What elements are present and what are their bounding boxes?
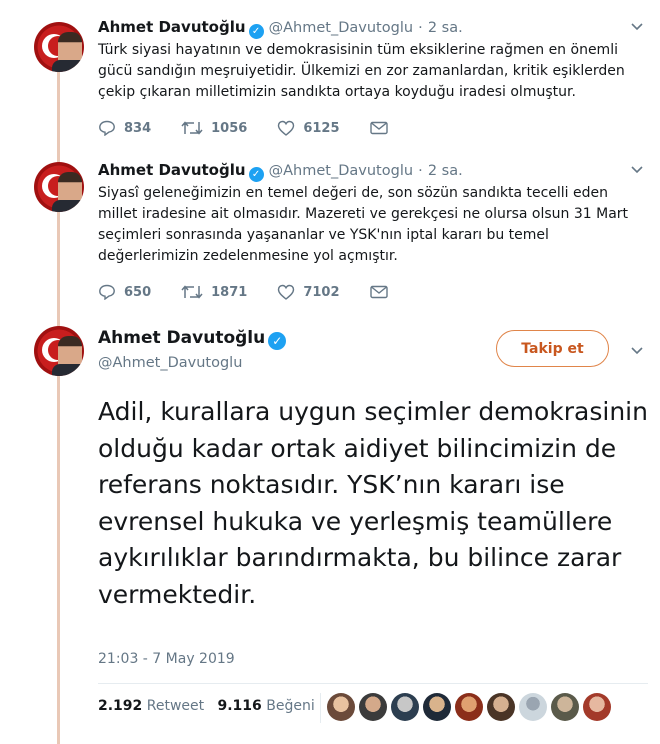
- liker-avatar[interactable]: [327, 693, 355, 721]
- liker-avatar[interactable]: [583, 693, 611, 721]
- tweet-text: Siyasî geleneğimizin en temel değeri de,…: [98, 185, 629, 264]
- author-handle[interactable]: @Ahmet_Davutoglu: [269, 20, 413, 36]
- message-icon: [369, 121, 388, 135]
- message-icon: [369, 285, 388, 299]
- liker-avatar[interactable]: [551, 693, 579, 721]
- like-icon: [278, 120, 295, 136]
- retweet-stat[interactable]: 2.192 Retweet: [98, 698, 204, 714]
- verified-icon: ✓: [268, 332, 287, 350]
- like-stat[interactable]: 9.116 Beğeni: [217, 698, 314, 714]
- like-count: 7102: [303, 284, 340, 300]
- tweet-time[interactable]: 2 sa.: [428, 20, 463, 36]
- liker-avatar[interactable]: [519, 693, 547, 721]
- liker-avatar[interactable]: [487, 693, 515, 721]
- author-name[interactable]: Ahmet Davutoğlu: [98, 328, 265, 348]
- author-handle[interactable]: @Ahmet_Davutoglu: [98, 355, 242, 371]
- like-button[interactable]: 6125: [277, 120, 340, 136]
- author-handle[interactable]: @Ahmet_Davutoglu: [269, 163, 413, 179]
- message-button[interactable]: [369, 121, 396, 135]
- retweet-button[interactable]: 1056: [181, 120, 247, 136]
- liker-avatars: [320, 693, 611, 723]
- chevron-down-icon[interactable]: [630, 20, 644, 36]
- avatar[interactable]: [34, 22, 84, 72]
- reply-button[interactable]: 834: [98, 120, 151, 136]
- tweet-time[interactable]: 2 sa.: [428, 163, 463, 179]
- like-count: 6125: [303, 120, 340, 136]
- follow-button[interactable]: Takip et: [496, 330, 609, 367]
- author-name[interactable]: Ahmet Davutoğlu: [98, 18, 246, 36]
- reply-icon: [99, 284, 115, 300]
- tweet-text: Türk siyasi hayatının ve demokrasisinin …: [98, 42, 625, 100]
- reply-button[interactable]: 650: [98, 284, 151, 300]
- liker-avatar[interactable]: [455, 693, 483, 721]
- like-button[interactable]: 7102: [277, 284, 340, 300]
- main-tweet-text: Adil, kurallara uygun seçimler demokrasi…: [98, 397, 648, 609]
- chevron-down-icon[interactable]: [630, 163, 644, 179]
- reply-icon: [99, 120, 115, 136]
- retweet-count: 1056: [211, 120, 248, 136]
- reply-count: 834: [124, 120, 152, 136]
- avatar[interactable]: [34, 162, 84, 212]
- divider: [98, 683, 648, 684]
- retweet-icon: [181, 121, 203, 135]
- liker-avatar[interactable]: [359, 693, 387, 721]
- retweet-button[interactable]: 1871: [181, 284, 247, 300]
- like-icon: [278, 284, 295, 300]
- tweet-timestamp[interactable]: 21:03 - 7 May 2019: [98, 651, 235, 667]
- verified-icon: ✓: [248, 167, 264, 182]
- reply-count: 650: [124, 284, 152, 300]
- retweet-count: 1871: [211, 284, 248, 300]
- liker-avatar[interactable]: [391, 693, 419, 721]
- chevron-down-icon[interactable]: [630, 344, 644, 360]
- liker-avatar[interactable]: [423, 693, 451, 721]
- tweet-stats: 2.192 Retweet 9.116 Beğeni: [98, 698, 315, 714]
- avatar[interactable]: [34, 326, 84, 376]
- author-name[interactable]: Ahmet Davutoğlu: [98, 161, 246, 179]
- verified-icon: ✓: [248, 24, 264, 39]
- retweet-icon: [181, 285, 203, 299]
- message-button[interactable]: [369, 285, 396, 299]
